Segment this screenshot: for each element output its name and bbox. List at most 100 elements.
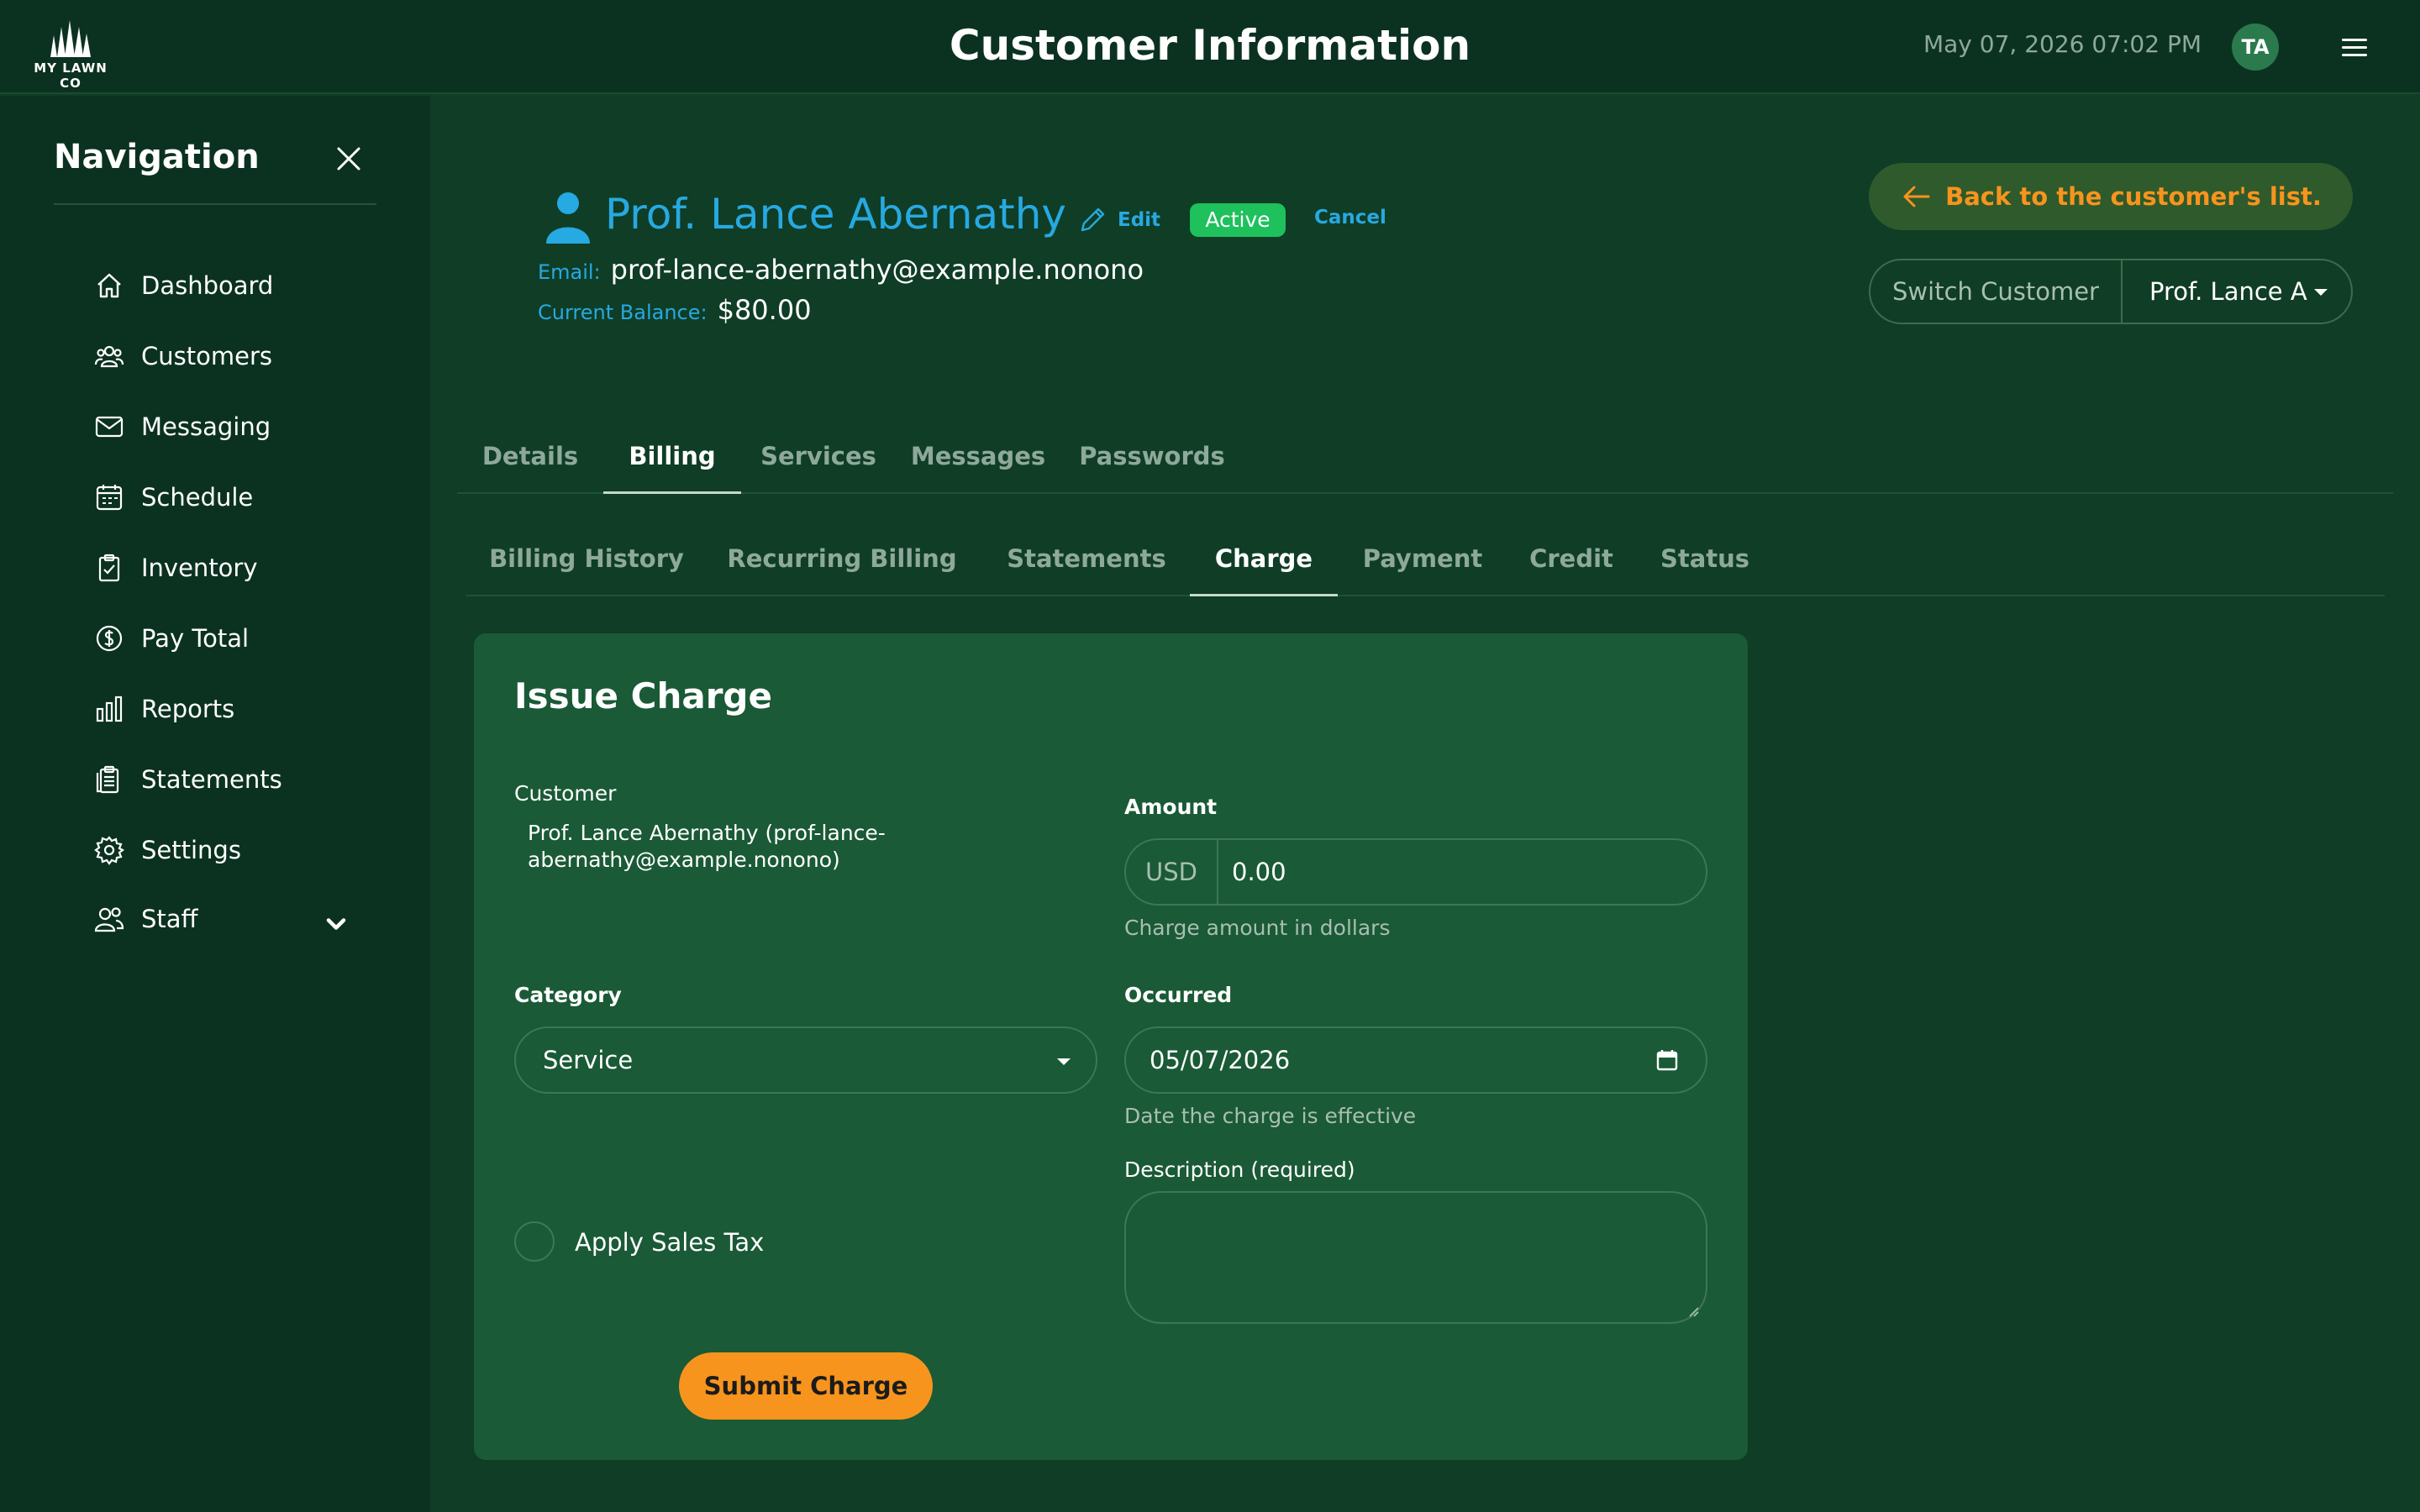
category-value: Service xyxy=(543,1046,634,1074)
occurred-label: Occurred xyxy=(1124,983,1233,1007)
balance-label: Current Balance: xyxy=(538,301,708,324)
customer-email: prof-lance-abernathy@example.nonono xyxy=(610,254,1144,286)
back-to-list-button[interactable]: Back to the customer's list. xyxy=(1869,163,2353,230)
card-title: Issue Charge xyxy=(514,675,772,717)
main-tabs: Details Billing Services Messages Passwo… xyxy=(457,427,2393,494)
subtab-status[interactable]: Status xyxy=(1635,529,1775,596)
staff-icon xyxy=(94,907,124,932)
description-textarea[interactable] xyxy=(1124,1191,1707,1324)
occurred-date-input[interactable]: 05/07/2026 xyxy=(1124,1026,1707,1094)
user-icon xyxy=(546,192,590,244)
amount-label: Amount xyxy=(1124,795,1218,819)
sidebar-item-label: Customers xyxy=(141,342,272,370)
sidebar-item-label: Dashboard xyxy=(141,271,274,300)
close-icon[interactable] xyxy=(334,144,363,173)
sidebar-item-label: Settings xyxy=(141,836,241,864)
caret-down-icon xyxy=(1057,1058,1071,1065)
sidebar-item-customers[interactable]: Customers xyxy=(94,334,380,378)
sidebar-item-schedule[interactable]: Schedule xyxy=(94,475,380,519)
category-label: Category xyxy=(514,983,622,1007)
back-button-label: Back to the customer's list. xyxy=(1945,182,2322,211)
sidebar-item-messaging[interactable]: Messaging xyxy=(94,405,380,449)
switch-customer-select[interactable]: Switch Customer Prof. Lance Abernathy xyxy=(1869,259,2353,324)
current-datetime: May 07, 2026 07:02 PM xyxy=(1923,30,2202,58)
sidebar-item-label: Inventory xyxy=(141,554,258,582)
customer-value: Prof. Lance Abernathy (prof-lance-aberna… xyxy=(528,821,886,872)
gear-icon xyxy=(94,836,124,865)
chevron-down-icon[interactable] xyxy=(321,909,351,939)
submit-charge-button[interactable]: Submit Charge xyxy=(679,1352,933,1420)
sidebar-item-pay-total[interactable]: Pay Total xyxy=(94,617,380,660)
bar-chart-icon xyxy=(96,696,123,722)
home-icon xyxy=(97,273,121,298)
subtab-credit[interactable]: Credit xyxy=(1507,529,1635,596)
subtab-billing-history[interactable]: Billing History xyxy=(466,529,708,596)
menu-icon[interactable] xyxy=(2338,34,2371,60)
occurred-value: 05/07/2026 xyxy=(1150,1046,1291,1074)
customer-name: Prof. Lance Abernathy xyxy=(605,190,1066,239)
envelope-icon xyxy=(95,416,124,438)
clipboard-check-icon xyxy=(98,554,120,582)
tab-billing[interactable]: Billing xyxy=(603,427,741,494)
resize-handle-icon[interactable] xyxy=(1687,1305,1699,1317)
logo-text: MY LAWN CO xyxy=(34,60,108,91)
tab-messages[interactable]: Messages xyxy=(896,427,1060,494)
issue-charge-card: Issue Charge Customer Prof. Lance Aberna… xyxy=(474,633,1748,1460)
subtab-statements[interactable]: Statements xyxy=(976,529,1197,596)
sidebar-divider xyxy=(54,203,376,205)
customer-label: Customer xyxy=(514,781,617,806)
amount-field[interactable]: USD xyxy=(1124,838,1707,906)
tab-passwords[interactable]: Passwords xyxy=(1060,427,1244,494)
sidebar-item-label: Reports xyxy=(141,695,235,723)
tab-services[interactable]: Services xyxy=(741,427,896,494)
caret-down-icon[interactable] xyxy=(2314,289,2328,296)
sidebar-item-staff[interactable]: Staff xyxy=(94,897,380,941)
sidebar-item-label: Staff xyxy=(141,905,198,933)
apply-sales-tax-checkbox[interactable] xyxy=(514,1221,555,1262)
switch-customer-value[interactable]: Prof. Lance Abernathy xyxy=(2149,260,2309,323)
company-logo[interactable]: MY LAWN CO xyxy=(24,20,118,91)
tab-details[interactable]: Details xyxy=(457,427,603,494)
documents-icon xyxy=(96,765,119,794)
top-bar: MY LAWN CO Customer Information May 07, … xyxy=(0,0,2420,94)
billing-subtabs: Billing History Recurring Billing Statem… xyxy=(466,529,2385,596)
dollar-circle-icon xyxy=(96,625,123,652)
cancel-link[interactable]: Cancel xyxy=(1314,207,1386,228)
pencil-icon xyxy=(1081,207,1105,232)
subtab-payment[interactable]: Payment xyxy=(1338,529,1507,596)
users-icon xyxy=(94,345,124,368)
grass-logo-icon xyxy=(50,20,91,57)
description-label: Description (required) xyxy=(1124,1158,1355,1182)
user-avatar[interactable]: TA xyxy=(2232,24,2279,71)
edit-label: Edit xyxy=(1118,209,1161,231)
subtab-charge[interactable]: Charge xyxy=(1190,529,1338,596)
edit-customer-link[interactable]: Edit xyxy=(1077,205,1160,235)
sidebar-item-dashboard[interactable]: Dashboard xyxy=(94,264,380,307)
sidebar-item-inventory[interactable]: Inventory xyxy=(94,546,380,590)
sidebar-item-label: Statements xyxy=(141,765,282,794)
calendar-icon[interactable] xyxy=(1655,1048,1679,1072)
sidebar-title: Navigation xyxy=(54,138,260,176)
category-select[interactable]: Service xyxy=(514,1026,1097,1094)
sidebar: Navigation Dashboard Customers Messaging… xyxy=(0,96,430,1512)
customer-balance-row: Current Balance: $80.00 xyxy=(538,294,812,326)
sidebar-item-reports[interactable]: Reports xyxy=(94,687,380,731)
occurred-help: Date the charge is effective xyxy=(1124,1104,1417,1128)
sidebar-item-label: Pay Total xyxy=(141,624,250,653)
sidebar-item-label: Schedule xyxy=(141,483,254,512)
calendar-icon xyxy=(96,485,123,511)
apply-sales-tax-label[interactable]: Apply Sales Tax xyxy=(575,1228,764,1257)
email-label: Email: xyxy=(538,260,601,284)
sidebar-item-label: Messaging xyxy=(141,412,271,441)
currency-prefix: USD xyxy=(1126,840,1218,904)
sidebar-item-statements[interactable]: Statements xyxy=(94,758,380,801)
switch-customer-label: Switch Customer xyxy=(1870,260,2123,323)
sidebar-item-settings[interactable]: Settings xyxy=(94,828,380,872)
customer-email-row: Email: prof-lance-abernathy@example.nono… xyxy=(538,254,1144,286)
status-badge: Active xyxy=(1190,203,1286,237)
customer-balance: $80.00 xyxy=(717,294,812,326)
subtab-recurring-billing[interactable]: Recurring Billing xyxy=(708,529,976,596)
amount-help: Charge amount in dollars xyxy=(1124,916,1391,940)
amount-input[interactable] xyxy=(1232,840,1686,904)
arrow-left-icon xyxy=(1903,186,1930,207)
